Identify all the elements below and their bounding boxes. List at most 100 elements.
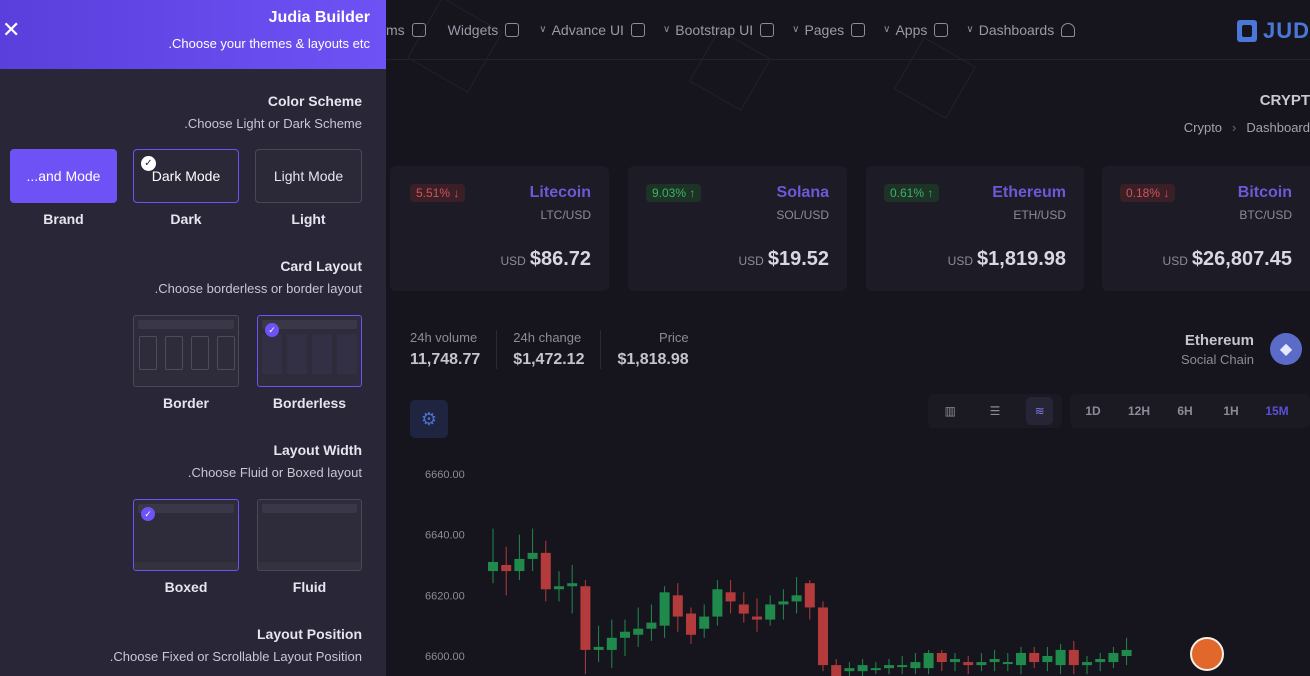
coin-price: USD $86.72 — [500, 248, 591, 271]
nav-item-advance-ui[interactable]: ∨ Advance UI — [539, 22, 645, 38]
y-tick-label: 6620.00 — [425, 590, 465, 602]
coin-pair: BTC/USD — [1239, 208, 1292, 222]
ticker-card-litecoin[interactable]: 5.51% ↓ Litecoin LTC/USD USD $86.72 — [390, 166, 609, 291]
candle-body — [884, 665, 894, 669]
apps-icon — [934, 22, 949, 37]
color-scheme-title: Color Scheme — [267, 93, 362, 109]
dark-label: Dark — [170, 211, 202, 227]
thumb-card — [287, 334, 307, 374]
candle-body — [633, 628, 644, 635]
timeframe-15m[interactable]: 15M — [1254, 404, 1300, 418]
timeframe-1d[interactable]: 1D — [1070, 404, 1116, 418]
brand-mode-button[interactable]: ...and Mode — [10, 149, 117, 203]
candle-body — [672, 595, 683, 617]
candle-body — [818, 607, 828, 666]
chevron-down-icon: ∨ — [662, 24, 671, 35]
change-badge: 0.61% ↑ — [884, 184, 940, 202]
candle-body — [791, 595, 802, 602]
timeframe-toolbar: 1D 12H 6H 1H 15M — [1070, 394, 1310, 428]
candle-body — [527, 552, 538, 559]
nav-item-dashboards[interactable]: ∨ Dashboards — [966, 22, 1076, 38]
ticker-card-solana[interactable]: 9.03% ↑ Solana SOL/USD USD $19.52 — [628, 166, 847, 291]
thumb-card — [217, 336, 235, 370]
candle-body — [646, 622, 657, 629]
check-icon: ✓ — [265, 323, 279, 337]
candle-body — [831, 665, 842, 676]
coin-name: Solana — [776, 184, 829, 201]
y-tick-label: 6640.00 — [425, 530, 465, 542]
breadcrumb-item-dashboard: Dashboard — [1246, 120, 1310, 135]
stat-value: $1,472.12 — [513, 351, 585, 368]
thumb-card — [262, 334, 282, 374]
nav-item-pages[interactable]: ∨ Pages — [792, 22, 866, 38]
candle-body — [1002, 662, 1013, 665]
ethereum-icon: ◆ — [1270, 333, 1302, 365]
ticker-card-ethereum[interactable]: 0.61% ↑ Ethereum ETH/USD USD $1,819.98 — [866, 166, 1084, 291]
nav-item-bootstrap-ui[interactable]: ∨ Bootstrap UI — [662, 22, 775, 38]
card-layout-title: Card Layout — [280, 258, 362, 274]
boxed-layout-option[interactable]: ✓ — [133, 499, 239, 571]
candle-body — [659, 592, 670, 626]
bar-chart-icon[interactable]: ▥ — [937, 397, 964, 425]
nav-item-label: Widgets — [447, 21, 499, 38]
check-icon: ✓ — [141, 156, 156, 171]
timeframe-6h[interactable]: 6H — [1162, 404, 1208, 418]
border-label: Border — [163, 395, 209, 411]
candle-body — [910, 662, 921, 669]
currency-label: USD — [947, 254, 974, 268]
widgets-icon — [505, 22, 520, 37]
borderless-label: Borderless — [272, 395, 347, 411]
fluid-layout-option[interactable] — [257, 499, 362, 571]
stat-change: 24h change $1,472.12 — [513, 330, 602, 369]
nav-item-label: Apps — [895, 21, 928, 38]
timeframe-1h[interactable]: 1H — [1208, 404, 1254, 418]
candlestick-icon[interactable]: ≋ — [1026, 397, 1054, 425]
layers-icon — [630, 22, 645, 37]
y-tick-label: 6660.00 — [425, 469, 465, 481]
thumb-footer — [134, 562, 238, 570]
candle-body — [870, 668, 881, 671]
candle-body — [963, 662, 974, 666]
borderless-layout-option[interactable]: ✓ — [257, 315, 362, 387]
brand-logo[interactable]: JUD — [1236, 18, 1310, 44]
change-badge: 5.51% ↓ — [410, 184, 466, 202]
change-badge: 9.03% ↑ — [646, 184, 702, 202]
stat-label: 24h volume — [410, 330, 478, 345]
border-layout-option[interactable] — [133, 315, 239, 387]
breadcrumb-item-crypto[interactable]: Crypto — [1184, 120, 1222, 135]
candle-body — [686, 613, 696, 635]
candle-body — [1042, 656, 1053, 663]
chevron-down-icon: ∨ — [539, 24, 547, 35]
timeframe-12h[interactable]: 12H — [1116, 404, 1162, 418]
coin-subtitle: Social Chain — [1181, 352, 1254, 367]
chevron-right-icon: › — [1232, 120, 1237, 135]
light-mode-button[interactable]: Light Mode — [255, 149, 362, 203]
nav-item-apps[interactable]: ∨ Apps — [883, 21, 949, 38]
ticker-card-bitcoin[interactable]: 0.18% ↓ Bitcoin BTC/USD USD $26,807.45 — [1102, 166, 1310, 291]
chevron-down-icon: ∨ — [792, 24, 800, 35]
nav-item-widgets[interactable]: Widgets — [448, 22, 520, 38]
price-value: $26,807.45 — [1191, 248, 1292, 270]
candlestick-chart: 6660.00 6640.00 6620.00 6600.00 — [425, 469, 1132, 676]
breadcrumb: Crypto › Dashboard — [1184, 120, 1310, 135]
thumb-footer — [258, 562, 361, 570]
chart-settings-button[interactable]: ⚙ — [410, 400, 448, 438]
close-icon[interactable]: ✕ — [2, 20, 20, 42]
candle-body — [1121, 649, 1132, 656]
stat-label: 24h change — [513, 330, 582, 345]
dark-mode-button[interactable]: ✓ Dark Mode — [133, 149, 239, 203]
candle-body — [778, 601, 789, 605]
candle-body — [738, 604, 749, 614]
currency-label: USD — [738, 254, 764, 268]
color-scheme-subtitle: .Choose Light or Dark Scheme — [184, 116, 362, 131]
candle-body — [765, 604, 776, 620]
drawer-title: Judia Builder — [268, 9, 370, 26]
candle-body — [897, 665, 908, 668]
top-navigation: ms Widgets ∨ Advance UI ∨ Bootstrap UI ∨… — [386, 0, 1310, 60]
candle-body — [936, 652, 947, 663]
logo-icon — [1236, 20, 1257, 42]
market-stats: 24h volume 11,748.77 24h change $1,472.1… — [410, 330, 721, 369]
stat-price: Price $1,818.98 — [617, 330, 704, 369]
nav-item-forms[interactable]: ms — [386, 22, 426, 38]
horizontal-bars-icon[interactable]: ☰ — [982, 397, 1009, 425]
